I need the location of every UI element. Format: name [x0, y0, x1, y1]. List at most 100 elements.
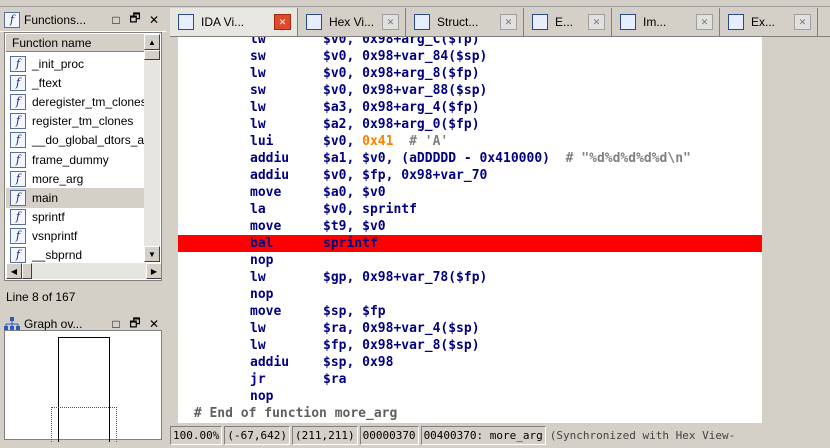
instruction-line[interactable]: nop: [178, 252, 762, 269]
operand-text: sprintf: [323, 236, 378, 251]
scroll-down-arrow-icon[interactable]: ▼: [144, 246, 160, 262]
scroll-right-arrow-icon[interactable]: ▶: [146, 263, 161, 279]
tab-1[interactable]: Hex Vi... ✕: [298, 8, 406, 36]
instruction-line[interactable]: nop: [178, 388, 762, 405]
instruction-line[interactable]: addiu $a1, $v0, (aDDDDD - 0x410000) # "%d…: [178, 150, 762, 167]
mnemonic: addiu: [250, 355, 290, 370]
tab-close-icon[interactable]: ✕: [794, 14, 811, 30]
top-toolbar-strip: [0, 0, 830, 7]
scroll-left-arrow-icon[interactable]: ◀: [6, 263, 22, 279]
function-icon: f: [10, 93, 26, 110]
mnemonic: addiu: [250, 168, 290, 183]
instruction-line[interactable]: addiu $sp, 0x98: [178, 354, 762, 371]
graph-coordinates: (211,211): [291, 426, 358, 445]
instruction-line[interactable]: lw $v0, 0x98+arg_8($fp): [178, 65, 762, 82]
instruction-line[interactable]: lw $fp, 0x98+var_8($sp): [178, 337, 762, 354]
column-header-function-name[interactable]: Function name: [6, 34, 146, 52]
horizontal-scrollbar[interactable]: ◀ ▶: [6, 263, 161, 279]
ida-view: lw $v0, 0x98+arg_C($fp) sw $v0, 0x98+var_84…: [170, 36, 830, 424]
highlighted-instruction[interactable]: bal sprintf: [178, 235, 762, 252]
operands: $ra: [323, 371, 346, 388]
instruction-line[interactable]: # End of function more_arg: [178, 405, 762, 422]
tab-0[interactable]: IDA Vi... ✕: [170, 8, 298, 36]
instruction-line[interactable]: la $v0, sprintf: [178, 201, 762, 218]
mnemonic: nop: [250, 287, 274, 302]
tab-close-icon[interactable]: ✕: [500, 14, 517, 30]
operands: $v0, 0x98+arg_8($fp): [323, 65, 480, 82]
mnemonic: la: [250, 202, 266, 217]
tab-close-icon[interactable]: ✕: [696, 14, 713, 30]
operand-text: $v0, 0x98+arg_8($fp): [323, 66, 480, 81]
function-items: f _init_proc f _ftext f deregister_tm_clones f…: [6, 54, 146, 265]
function-list-item[interactable]: f more_arg: [6, 169, 146, 188]
function-list-item[interactable]: f __do_global_dtors_a: [6, 131, 146, 150]
instruction-line[interactable]: lw $gp, 0x98+var_78($fp): [178, 269, 762, 286]
function-name-label: frame_dummy: [32, 152, 109, 167]
tab-close-icon[interactable]: ✕: [274, 14, 291, 30]
graph-overview-canvas[interactable]: [4, 330, 162, 442]
inline-comment: # "%d%d%d%d%d\n": [549, 151, 691, 166]
graph-restore-icon[interactable]: □: [108, 317, 124, 331]
hscroll-thumb[interactable]: [22, 263, 32, 279]
disassembly-listing[interactable]: lw $v0, 0x98+arg_C($fp) sw $v0, 0x98+var_84…: [178, 37, 762, 424]
instruction-line[interactable]: lw $v0, 0x98+arg_C($fp): [178, 37, 762, 48]
instruction-line[interactable]: move $sp, $fp: [178, 303, 762, 320]
function-list-item[interactable]: f register_tm_clones: [6, 112, 146, 131]
vertical-scrollbar[interactable]: ▲ ▼: [144, 34, 160, 262]
close-icon[interactable]: ✕: [146, 13, 162, 27]
instruction-line[interactable]: lw $ra, 0x98+var_4($sp): [178, 320, 762, 337]
instruction-line[interactable]: move $a0, $v0: [178, 184, 762, 201]
function-list-item[interactable]: f frame_dummy: [6, 150, 146, 169]
operand-text: $v0, sprintf: [323, 202, 417, 217]
function-list-item[interactable]: f main: [6, 188, 146, 208]
instruction-line[interactable]: move $t9, $v0: [178, 218, 762, 235]
tab-5[interactable]: Ex... ✕: [720, 8, 818, 36]
restore-icon[interactable]: □: [108, 13, 124, 27]
function-icon: f: [10, 74, 26, 91]
function-name-label: deregister_tm_clones: [32, 94, 146, 109]
mnemonic: lw: [250, 66, 266, 81]
instruction-line[interactable]: sw $v0, 0x98+var_84($sp): [178, 48, 762, 65]
tab-2[interactable]: Struct... ✕: [406, 8, 524, 36]
instruction-line[interactable]: lw $a2, 0x98+arg_0($fp): [178, 116, 762, 133]
operands: $t9, $v0: [323, 218, 386, 235]
functions-panel-header[interactable]: f Functions... □ 🗗 ✕: [0, 8, 166, 32]
tab-4[interactable]: Im... ✕: [612, 8, 720, 36]
graph-close-icon[interactable]: ✕: [146, 317, 162, 331]
scroll-thumb[interactable]: [144, 50, 160, 60]
tab-view-icon: [306, 14, 322, 30]
tab-view-icon: [728, 14, 744, 30]
instruction-line[interactable]: jr $ra: [178, 371, 762, 388]
function-list-item[interactable]: f _ftext: [6, 73, 146, 92]
function-list-item[interactable]: f vsnprintf: [6, 227, 146, 246]
tab-3[interactable]: E... ✕: [524, 8, 612, 36]
tab-close-icon[interactable]: ✕: [382, 14, 399, 30]
instruction-line[interactable]: nop: [178, 286, 762, 303]
operands: $gp, 0x98+var_78($fp): [323, 269, 487, 286]
function-list-item[interactable]: f sprintf: [6, 208, 146, 227]
operand-text: $a0, $v0: [323, 185, 386, 200]
instruction-line[interactable]: addiu $v0, $fp, 0x98+var_70: [178, 167, 762, 184]
operands: sprintf: [323, 235, 378, 252]
function-list-item[interactable]: f _init_proc: [6, 54, 146, 73]
function-list-item[interactable]: f deregister_tm_clones: [6, 92, 146, 111]
tab-bar: IDA Vi... ✕ Hex Vi... ✕ Struct... ✕ E... ✕ Im...…: [170, 8, 830, 36]
float-icon[interactable]: 🗗: [127, 9, 143, 30]
graph-viewport-rect[interactable]: [51, 407, 117, 442]
instruction-line[interactable]: lw $a3, 0x98+arg_4($fp): [178, 99, 762, 116]
operand-text: $v0, $fp, 0x98+var_70: [323, 168, 488, 183]
mnemonic: move: [250, 219, 282, 234]
tab-view-icon: [178, 14, 194, 30]
instruction-line[interactable]: lui $v0, 0x41 # 'A': [178, 133, 762, 150]
function-list[interactable]: Function name f _init_proc f _ftext f deregis…: [4, 32, 162, 281]
mnemonic: sw: [250, 49, 266, 64]
operand-text: $v0, 0x98+var_84($sp): [323, 49, 488, 64]
mnemonic: lw: [250, 117, 266, 132]
operands: $sp, $fp: [323, 303, 386, 320]
operands: $v0, sprintf: [323, 201, 417, 218]
instruction-line[interactable]: sw $v0, 0x98+var_88($sp): [178, 82, 762, 99]
scroll-up-arrow-icon[interactable]: ▲: [144, 34, 160, 50]
tab-close-icon[interactable]: ✕: [588, 14, 605, 30]
tab-label: E...: [555, 15, 574, 29]
mnemonic: move: [250, 304, 282, 319]
